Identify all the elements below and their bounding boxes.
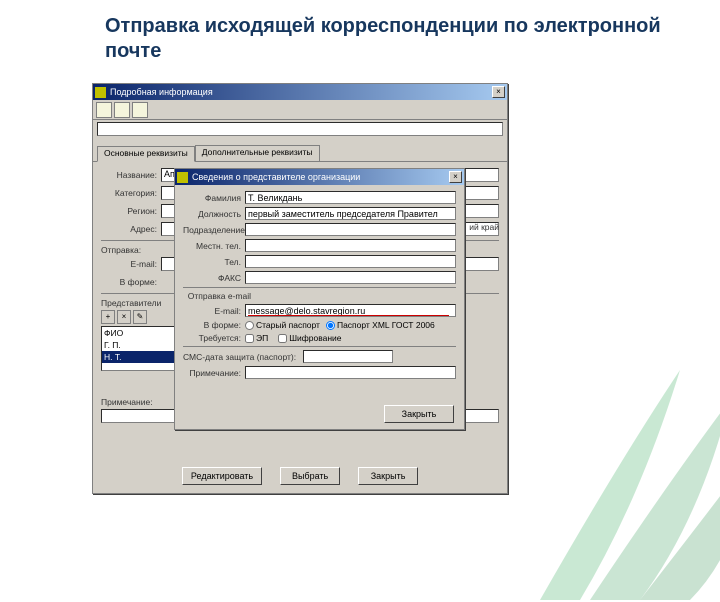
address-input[interactable] [97, 122, 503, 136]
label-email: E-mail: [101, 259, 157, 269]
label-email: E-mail: [183, 306, 245, 316]
label-trebuetsya: Требуется: [183, 333, 245, 343]
label-podrazd: Подразделение [183, 225, 245, 235]
list-del-button[interactable]: × [117, 310, 131, 324]
close-button-child[interactable]: Закрыть [384, 405, 454, 423]
form-body-child: ФамилияТ. Великдань Должностьпервый заме… [175, 185, 464, 429]
label-vforme: В форме: [101, 277, 157, 287]
label-fax: ФАКС [183, 273, 245, 283]
address-row [93, 120, 507, 138]
label-mesttel: Местн. тел. [183, 241, 245, 251]
check-shifr[interactable]: Шифрование [278, 333, 341, 343]
check-label: ЭП [256, 333, 268, 343]
list-edit-button[interactable]: ✎ [133, 310, 147, 324]
field-mesttel[interactable] [245, 239, 456, 252]
field-fax[interactable] [245, 271, 456, 284]
field-smsdata[interactable] [303, 350, 393, 363]
region-suffix-label: ий край [469, 222, 499, 232]
tab-strip: Основные реквизиты Дополнительные реквиз… [93, 144, 507, 162]
radio-old-passport[interactable]: Старый паспорт [245, 320, 320, 330]
field-primech-child[interactable] [245, 366, 456, 379]
label-dolzhnost: Должность [183, 209, 245, 219]
edit-button[interactable]: Редактировать [182, 467, 262, 485]
vybrat-button[interactable]: Выбрать [280, 467, 340, 485]
label-kategoria: Категория: [101, 188, 157, 198]
tab-main-props[interactable]: Основные реквизиты [97, 146, 195, 162]
close-button[interactable]: Закрыть [358, 467, 418, 485]
label-familia: Фамилия [183, 193, 245, 203]
tab-extra-props[interactable]: Дополнительные реквизиты [195, 145, 320, 161]
radio-xml-passport[interactable]: Паспорт XML ГОСТ 2006 [326, 320, 435, 330]
close-icon[interactable]: × [449, 171, 462, 183]
field-dolzhnost[interactable]: первый заместитель председателя Правител [245, 207, 456, 220]
check-ep[interactable]: ЭП [245, 333, 268, 343]
titlebar-main: Подробная информация × [93, 84, 507, 100]
decoration-leaves [500, 340, 720, 600]
titlebar-child: Сведения о представителе организации × [175, 169, 464, 185]
label-vforme-child: В форме: [183, 320, 245, 330]
list-item[interactable]: Г. П. [102, 339, 182, 351]
dialog-buttons: Редактировать Выбрать Закрыть [93, 467, 507, 487]
window-title-child: Сведения о представителе организации [192, 172, 448, 182]
toolbar-button[interactable] [132, 102, 148, 118]
predstaviteli-list[interactable]: ФИО Г. П. Н. Т. [101, 326, 183, 371]
list-item[interactable]: Н. Т. [102, 351, 182, 363]
field-familia[interactable]: Т. Великдань [245, 191, 456, 204]
field-email-child[interactable]: message@delo.stavregion.ru [245, 304, 456, 317]
close-icon[interactable]: × [492, 86, 505, 98]
label-region: Регион: [101, 206, 157, 216]
list-add-button[interactable]: + [101, 310, 115, 324]
field-podrazd[interactable] [245, 223, 456, 236]
toolbar-button[interactable] [96, 102, 112, 118]
radio-label: Паспорт XML ГОСТ 2006 [337, 320, 435, 330]
label-smsdata: СМС-дата защита (паспорт): [183, 352, 303, 362]
window-icon [95, 87, 106, 98]
toolbar-button[interactable] [114, 102, 130, 118]
window-representative: Сведения о представителе организации × Ф… [174, 168, 465, 430]
list-item[interactable]: ФИО [102, 327, 182, 339]
slide-title: Отправка исходящей корреспонденции по эл… [105, 14, 720, 64]
field-tel[interactable] [245, 255, 456, 268]
label-nazvanie: Название: [101, 170, 157, 180]
toolbar-main [93, 100, 507, 120]
label-primech-child: Примечание: [183, 368, 245, 378]
label-tel: Тел. [183, 257, 245, 267]
window-title: Подробная информация [110, 87, 491, 97]
window-icon [177, 172, 188, 183]
label-adres: Адрес: [101, 224, 157, 234]
group-otpravka-email: Отправка e-mail [183, 291, 255, 301]
check-label: Шифрование [289, 333, 341, 343]
radio-label: Старый паспорт [256, 320, 320, 330]
